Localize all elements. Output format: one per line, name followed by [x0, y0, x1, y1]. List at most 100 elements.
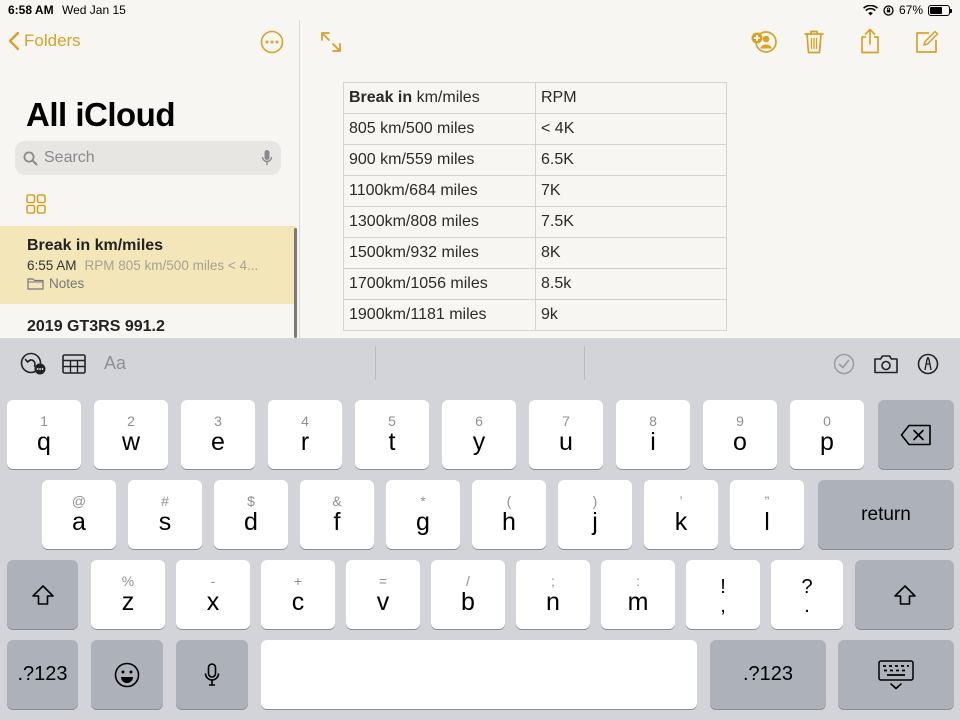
camera-icon[interactable]: [873, 354, 899, 374]
key-hint: 3: [214, 413, 222, 429]
key-label: .: [804, 595, 810, 617]
backspace-icon: [900, 424, 931, 445]
undo-more-icon[interactable]: [20, 352, 47, 376]
sidebar-scrollbar[interactable]: [294, 228, 297, 338]
table-row: 1700km/1056 miles 8.5k: [343, 268, 727, 300]
wifi-icon: [863, 4, 878, 15]
search-bar[interactable]: [15, 141, 281, 175]
key-j[interactable]: ) j: [558, 480, 632, 549]
keyboard-toolbar: Aa: [0, 338, 960, 390]
table-cell[interactable]: 900 km/559 miles: [343, 144, 536, 176]
table-cell[interactable]: 6.5K: [535, 144, 727, 176]
folders-back-button[interactable]: Folders: [8, 31, 81, 51]
key-y[interactable]: 6y: [442, 400, 516, 469]
table-cell[interactable]: Break in km/miles: [343, 82, 536, 114]
key-label: d: [244, 508, 258, 536]
key-m[interactable]: :m: [601, 560, 675, 629]
key-n[interactable]: ; n: [516, 560, 590, 629]
key-f[interactable]: & f: [300, 480, 374, 549]
note-title: 2019 GT3RS 991.2: [27, 318, 165, 335]
key-a[interactable]: @ a: [42, 480, 116, 549]
table-cell[interactable]: 7.5K: [535, 206, 727, 238]
shift-key-right[interactable]: [855, 560, 954, 629]
key-w[interactable]: 2w: [94, 400, 168, 469]
key-i[interactable]: 8i: [616, 400, 690, 469]
note-table[interactable]: Break in km/miles RPM 805 km/500 miles < …: [343, 82, 727, 331]
key-k[interactable]: ’ k: [644, 480, 718, 549]
key-s[interactable]: # s: [128, 480, 202, 549]
add-people-icon[interactable]: [750, 30, 778, 54]
table-cell[interactable]: < 4K: [535, 113, 727, 145]
key-e[interactable]: 3e: [181, 400, 255, 469]
share-icon[interactable]: [860, 28, 880, 54]
emoji-key[interactable]: [91, 640, 163, 709]
table-cell[interactable]: 805 km/500 miles: [343, 113, 536, 145]
note-list-item[interactable]: 2019 GT3RS 991.2: [27, 318, 165, 336]
more-options-button[interactable]: [260, 30, 284, 54]
key-period[interactable]: ?.: [771, 560, 843, 629]
key-l[interactable]: ” l: [730, 480, 804, 549]
delete-key[interactable]: [878, 400, 954, 469]
return-key[interactable]: return: [818, 480, 954, 549]
status-date: Wed Jan 15: [62, 3, 126, 17]
battery-icon: [928, 4, 952, 16]
table-row: 900 km/559 miles 6.5K: [343, 144, 727, 176]
checklist-icon[interactable]: [833, 353, 855, 375]
table-row: 1900km/1181 miles 9k: [343, 299, 727, 331]
key-b[interactable]: / b: [431, 560, 505, 629]
table-cell[interactable]: 8.5k: [535, 268, 727, 300]
table-icon[interactable]: [62, 354, 86, 374]
key-label: c: [291, 588, 305, 616]
key-g[interactable]: * g: [386, 480, 460, 549]
compose-icon[interactable]: [915, 30, 939, 54]
numbers-key-left[interactable]: .?123: [7, 640, 78, 709]
key-label: b: [461, 588, 475, 616]
page-title: All iCloud: [26, 96, 175, 133]
key-label: t: [388, 428, 396, 456]
key-p[interactable]: 0p: [790, 400, 864, 469]
key-label: x: [206, 588, 220, 616]
folders-label: Folders: [24, 31, 81, 50]
search-input[interactable]: [44, 149, 244, 167]
table-cell[interactable]: 1900km/1181 miles: [343, 299, 536, 331]
key-t[interactable]: 5t: [355, 400, 429, 469]
table-cell[interactable]: 1100km/684 miles: [343, 175, 536, 207]
key-label: q: [37, 428, 51, 456]
gallery-view-icon[interactable]: [26, 194, 46, 214]
key-u[interactable]: 7u: [529, 400, 603, 469]
expand-arrows-icon[interactable]: [320, 31, 342, 53]
hide-keyboard-key[interactable]: [838, 640, 954, 709]
key-hint: 6: [475, 413, 483, 429]
microphone-icon: [204, 662, 220, 686]
key-h[interactable]: (h: [472, 480, 546, 549]
key-comma[interactable]: !,: [686, 560, 760, 629]
key-v[interactable]: = v: [346, 560, 420, 629]
text-format-button[interactable]: Aa: [104, 353, 126, 374]
key-q[interactable]: 1q: [7, 400, 81, 469]
table-cell[interactable]: 1500km/932 miles: [343, 237, 536, 269]
microphone-icon[interactable]: [261, 149, 273, 167]
key-label: h: [502, 508, 516, 536]
trash-icon[interactable]: [804, 30, 824, 54]
table-cell[interactable]: 1700km/1056 miles: [343, 268, 536, 300]
markup-pen-icon[interactable]: [917, 353, 939, 375]
key-d[interactable]: $ d: [214, 480, 288, 549]
note-list-item-selected[interactable]: Break in km/miles 6:55 AM RPM 805 km/500 …: [0, 226, 296, 304]
key-hint: (: [506, 493, 512, 509]
dictation-key[interactable]: [176, 640, 248, 709]
table-cell[interactable]: 9k: [535, 299, 727, 331]
table-cell[interactable]: RPM: [535, 82, 727, 114]
table-cell[interactable]: 8K: [535, 237, 727, 269]
table-cell[interactable]: 1300km/808 miles: [343, 206, 536, 238]
status-right: 67%: [863, 3, 952, 17]
key-label: return: [861, 503, 911, 525]
key-c[interactable]: + c: [261, 560, 335, 629]
key-o[interactable]: 9o: [703, 400, 777, 469]
shift-key-left[interactable]: [7, 560, 78, 629]
numbers-key-right[interactable]: .?123: [710, 640, 826, 709]
key-z[interactable]: % z: [91, 560, 165, 629]
key-r[interactable]: 4r: [268, 400, 342, 469]
table-cell[interactable]: 7K: [535, 175, 727, 207]
key-x[interactable]: -x: [176, 560, 250, 629]
space-bar[interactable]: [261, 640, 697, 709]
